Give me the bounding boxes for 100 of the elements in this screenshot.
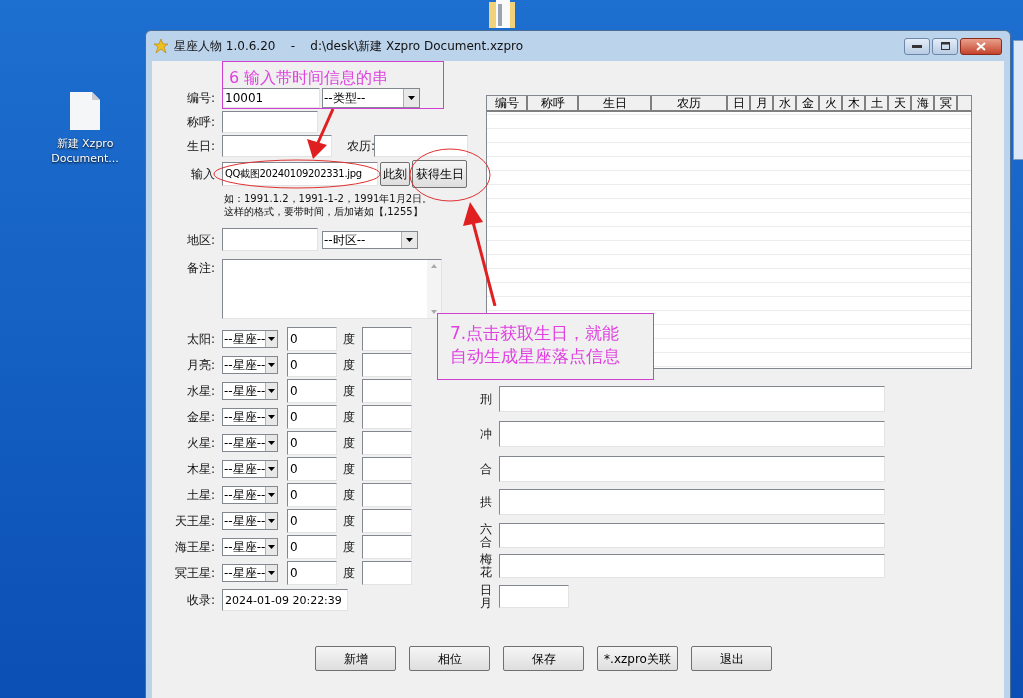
column-header[interactable]: 土 (866, 96, 889, 110)
input-field[interactable]: 0 (287, 327, 337, 351)
input-field[interactable] (499, 523, 885, 548)
button[interactable]: 获得生日 (412, 160, 467, 188)
input-field[interactable] (362, 353, 412, 377)
dropdown[interactable]: --星座-- (222, 486, 278, 504)
dropdown[interactable]: --星座-- (222, 434, 278, 452)
input-field[interactable] (499, 554, 885, 578)
input-field[interactable]: 0 (287, 561, 337, 585)
close-button[interactable] (960, 37, 1002, 55)
column-header[interactable]: 木 (843, 96, 866, 110)
field-label: 编号: (185, 90, 215, 107)
column-header[interactable]: 火 (820, 96, 843, 110)
input-field[interactable]: 10001 (222, 88, 320, 108)
input-field[interactable]: 0 (287, 483, 337, 507)
maximize-icon (940, 42, 950, 50)
field-label: 水星: (185, 383, 215, 400)
aspect-label: 拱 (480, 495, 492, 509)
column-header[interactable]: 金 (797, 96, 820, 110)
dropdown-arrow-icon (268, 493, 276, 497)
input-field[interactable] (362, 561, 412, 585)
input-field[interactable] (362, 483, 412, 507)
input-field[interactable] (374, 135, 468, 157)
dropdown[interactable]: --星座-- (222, 408, 278, 426)
field-label: 木星: (185, 461, 215, 478)
button[interactable]: 新增 (315, 646, 396, 671)
input-field[interactable]: 0 (287, 353, 337, 377)
input-field[interactable]: 0 (287, 535, 337, 559)
notes-textarea[interactable] (222, 259, 442, 319)
annotation-text: 6 输入带时间信息的串 (229, 68, 390, 88)
column-header[interactable]: 生日 (579, 96, 652, 110)
input-field[interactable] (499, 585, 569, 608)
column-header[interactable]: 编号 (487, 96, 528, 110)
dropdown[interactable]: --星座-- (222, 460, 278, 478)
field-label: 备注: (185, 260, 215, 277)
field-label: 火星: (185, 435, 215, 452)
dropdown[interactable]: --星座-- (222, 382, 278, 400)
dropdown[interactable]: --星座-- (222, 512, 278, 530)
dropdown[interactable]: --星座-- (222, 564, 278, 582)
input-field[interactable]: 0 (287, 509, 337, 533)
input-field[interactable] (362, 405, 412, 429)
field-label: 度 (343, 435, 356, 452)
button[interactable]: 保存 (503, 646, 584, 671)
dropdown[interactable]: --星座-- (222, 356, 278, 374)
input-field[interactable]: 0 (287, 379, 337, 403)
dropdown-arrow-icon (268, 519, 276, 523)
dropdown[interactable]: --星座-- (222, 330, 278, 348)
field-label: 海王星: (173, 539, 215, 556)
input-field[interactable] (362, 431, 412, 455)
field-label: 度 (343, 383, 356, 400)
field-label: 度 (343, 539, 356, 556)
column-header[interactable]: 农历 (652, 96, 728, 110)
input-field[interactable] (499, 421, 885, 447)
column-header[interactable]: 海 (912, 96, 935, 110)
input-field[interactable] (362, 327, 412, 351)
input-field[interactable]: 0 (287, 457, 337, 481)
field-label: 金星: (185, 409, 215, 426)
input-field[interactable] (362, 379, 412, 403)
button[interactable]: *.xzpro关联 (597, 646, 678, 671)
column-header[interactable]: 称呼 (528, 96, 579, 110)
column-header[interactable]: 日 (728, 96, 751, 110)
input-field[interactable] (362, 457, 412, 481)
dropdown[interactable]: --星座-- (222, 538, 278, 556)
input-field[interactable] (362, 509, 412, 533)
aspect-label: 六合 (480, 522, 492, 549)
field-label: 度 (343, 331, 356, 348)
column-header[interactable]: 水 (774, 96, 797, 110)
input-field[interactable] (499, 456, 885, 482)
dropdown-arrow-icon (268, 545, 276, 549)
button[interactable]: 相位 (409, 646, 490, 671)
dropdown[interactable]: --类型-- (322, 88, 420, 108)
input-field[interactable]: 0 (287, 431, 337, 455)
column-header[interactable]: 月 (751, 96, 774, 110)
column-header[interactable]: 冥 (935, 96, 958, 110)
input-field[interactable] (222, 111, 318, 133)
input-field[interactable] (499, 386, 885, 412)
input-field[interactable]: 2024-01-09 20:22:39 (222, 589, 348, 611)
input-field[interactable]: QQ截图20240109202331.jpg (222, 162, 378, 186)
button[interactable]: 退出 (691, 646, 772, 671)
field-label: 冥王星: (173, 565, 215, 582)
dropdown-arrow-icon (268, 337, 276, 341)
minimize-button[interactable] (904, 37, 930, 55)
input-field[interactable] (222, 228, 318, 251)
field-label: 土星: (185, 487, 215, 504)
maximize-button[interactable] (932, 37, 958, 55)
input-field[interactable]: 0 (287, 405, 337, 429)
input-field[interactable] (222, 135, 332, 157)
close-icon (976, 41, 986, 51)
desktop-icon-label[interactable]: 新建 Xzpro Document... (51, 136, 119, 166)
aspect-label: 合 (480, 462, 492, 476)
input-field[interactable] (362, 535, 412, 559)
field-label: 度 (343, 461, 356, 478)
scroll-up-icon (431, 264, 437, 268)
column-header[interactable]: 天 (889, 96, 912, 110)
scrollbar[interactable] (427, 260, 441, 318)
dropdown-arrow-icon (268, 389, 276, 393)
button[interactable]: 此刻 (380, 162, 410, 186)
aspect-label: 刑 (480, 392, 492, 406)
dropdown[interactable]: --时区-- (322, 230, 418, 249)
input-field[interactable] (499, 489, 885, 515)
